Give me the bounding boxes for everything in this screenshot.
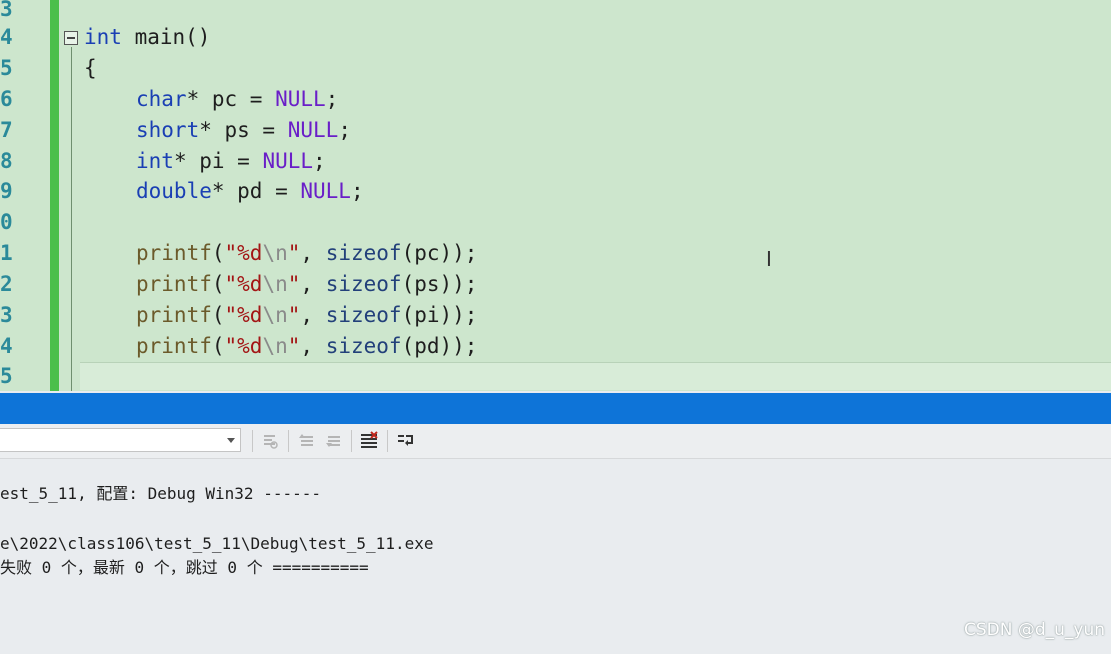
watermark: CSDN @d_u_yun — [963, 620, 1105, 640]
argument: (pi)); — [401, 303, 478, 327]
code-line: double* pd = NULL; — [136, 176, 364, 207]
output-line: est_5_11, 配置: Debug Win32 ------ — [0, 484, 321, 503]
macro: NULL — [287, 118, 339, 142]
code-line: char* pc = NULL; — [136, 84, 338, 115]
code-line: printf("%d\n", sizeof(pd)); — [136, 331, 477, 362]
escape-sequence: \n — [262, 241, 288, 265]
comma: , — [300, 272, 326, 296]
function-name: printf — [136, 303, 212, 327]
output-line: 失败 0 个，最新 0 个，跳过 0 个 ========== — [0, 558, 369, 577]
code-line: printf("%d\n", sizeof(pc)); — [136, 238, 477, 269]
toolbar-separator — [252, 430, 253, 452]
toggle-word-wrap-icon[interactable] — [395, 430, 417, 452]
argument: (pd)); — [401, 334, 478, 358]
toolbar-separator — [288, 430, 289, 452]
line-number: 6 — [0, 87, 13, 111]
semicolon: ; — [350, 179, 364, 203]
clear-all-icon[interactable] — [358, 430, 380, 452]
keyword: sizeof — [325, 334, 402, 358]
string-quote: " — [287, 272, 301, 296]
comma: , — [300, 303, 326, 327]
escape-sequence: \n — [262, 303, 288, 327]
output-panel-titlebar[interactable] — [0, 393, 1111, 424]
string-quote: " — [287, 303, 301, 327]
keyword: sizeof — [325, 303, 402, 327]
argument: (pc)); — [401, 241, 478, 265]
escape-sequence: \n — [262, 272, 288, 296]
line-number: 2 — [0, 272, 13, 296]
line-number: 4 — [0, 334, 13, 358]
function-signature: main() — [121, 25, 211, 49]
keyword: sizeof — [325, 272, 402, 296]
find-message-icon[interactable] — [259, 430, 281, 452]
toolbar-separator — [351, 430, 352, 452]
code-editor[interactable]: 3 4 5 6 7 8 9 0 1 2 3 4 5 int main() { c… — [0, 0, 1111, 391]
keyword: int — [84, 25, 122, 49]
line-number: 3 — [0, 303, 13, 327]
code-line: printf("%d\n", sizeof(pi)); — [136, 300, 477, 331]
line-number: 0 — [0, 210, 13, 234]
semicolon: ; — [313, 149, 326, 173]
argument: (ps)); — [401, 272, 478, 296]
output-toolbar — [0, 424, 1111, 459]
keyword: char — [136, 87, 187, 111]
change-tracking-bar — [50, 0, 59, 391]
code-line: int* pi = NULL; — [136, 146, 326, 177]
code-line: { — [84, 56, 97, 80]
function-name: printf — [136, 334, 212, 358]
paren: ( — [211, 272, 225, 296]
macro: NULL — [300, 179, 351, 203]
current-line-highlight — [80, 362, 1111, 390]
next-message-icon[interactable] — [322, 430, 344, 452]
code-line: printf("%d\n", sizeof(ps)); — [136, 269, 477, 300]
declarator: * pd = — [211, 179, 301, 203]
semicolon: ; — [338, 118, 351, 142]
toolbar-separator — [387, 430, 388, 452]
comma: , — [300, 334, 326, 358]
text-cursor-icon: I — [766, 247, 772, 271]
declarator: * ps = — [199, 118, 288, 142]
paren: ( — [211, 334, 225, 358]
line-number: 7 — [0, 118, 13, 142]
paren: ( — [211, 241, 225, 265]
string-quote: " — [287, 241, 301, 265]
line-number: 5 — [0, 364, 13, 388]
prev-message-icon[interactable] — [295, 430, 317, 452]
line-number: 4 — [0, 25, 13, 49]
string-literal: "%d — [224, 272, 263, 296]
string-quote: " — [287, 334, 301, 358]
code-line: int main() — [84, 22, 210, 53]
outline-guide — [71, 47, 72, 391]
keyword: short — [136, 118, 200, 142]
function-name: printf — [136, 241, 212, 265]
string-literal: "%d — [224, 303, 263, 327]
output-window[interactable]: est_5_11, 配置: Debug Win32 ------ e\2022\… — [0, 460, 1111, 654]
string-literal: "%d — [224, 334, 263, 358]
macro: NULL — [275, 87, 326, 111]
keyword: int — [136, 149, 174, 173]
output-source-dropdown[interactable] — [0, 428, 241, 452]
escape-sequence: \n — [262, 334, 288, 358]
declarator: * pi = — [173, 149, 263, 173]
function-name: printf — [136, 272, 212, 296]
line-number: 5 — [0, 56, 13, 80]
chevron-down-icon[interactable] — [227, 438, 235, 443]
output-line: e\2022\class106\test_5_11\Debug\test_5_1… — [0, 534, 434, 553]
line-number: 8 — [0, 149, 13, 173]
string-literal: "%d — [224, 241, 263, 265]
collapse-icon[interactable] — [64, 31, 78, 45]
keyword: sizeof — [325, 241, 402, 265]
line-number: 9 — [0, 179, 13, 203]
semicolon: ; — [325, 87, 339, 111]
comma: , — [300, 241, 326, 265]
code-line: short* ps = NULL; — [136, 115, 351, 146]
line-number-gutter: 3 4 5 6 7 8 9 0 1 2 3 4 5 — [0, 0, 50, 391]
keyword: double — [136, 179, 212, 203]
line-number: 1 — [0, 241, 13, 265]
macro: NULL — [262, 149, 314, 173]
paren: ( — [211, 303, 225, 327]
declarator: * pc = — [186, 87, 276, 111]
